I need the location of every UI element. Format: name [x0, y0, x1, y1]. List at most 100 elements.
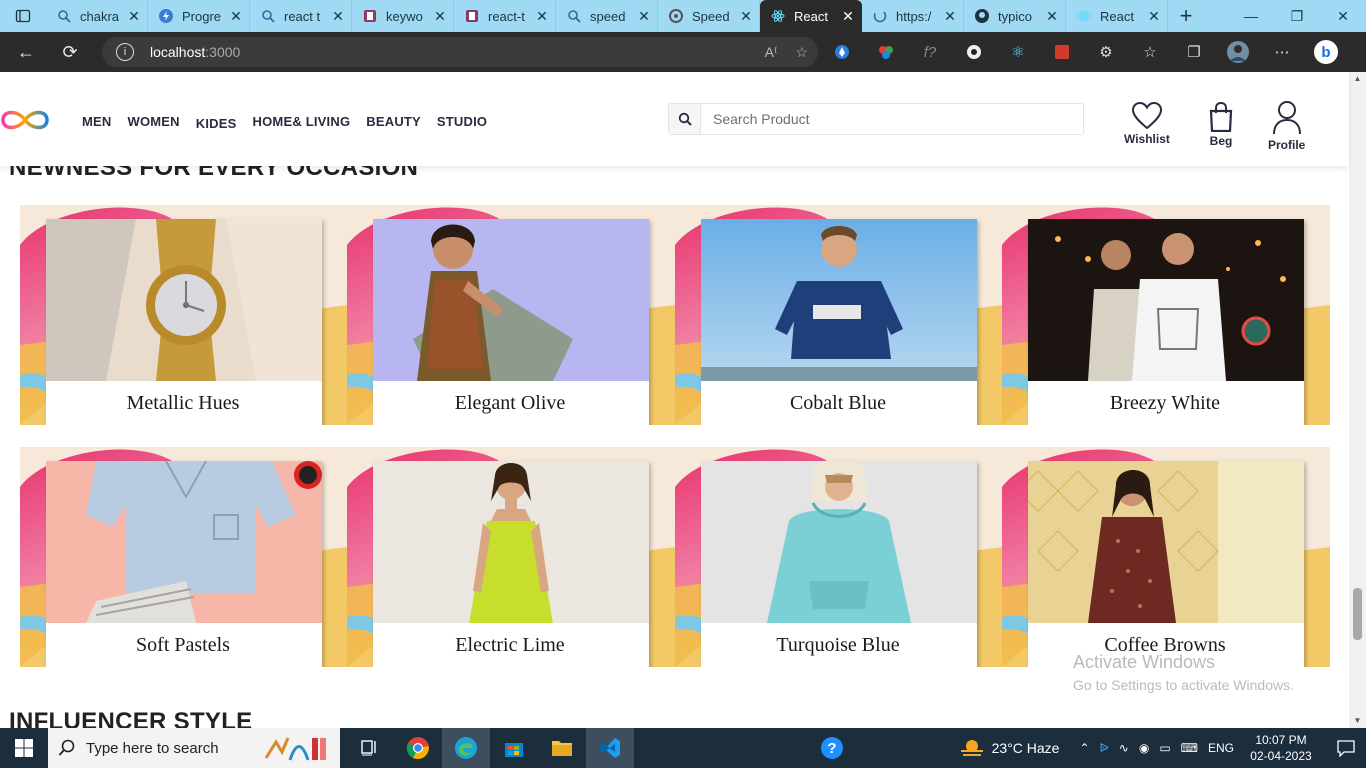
haze-icon	[960, 740, 983, 756]
close-tab-icon[interactable]: ✕	[1045, 8, 1059, 25]
more-menu-icon[interactable]: ⋯	[1260, 43, 1304, 61]
close-tab-icon[interactable]: ✕	[739, 8, 753, 25]
clock-time: 10:07 PM	[1255, 733, 1307, 747]
restore-icon[interactable]: ❐	[1274, 0, 1320, 32]
close-tab-icon[interactable]: ✕	[637, 8, 651, 25]
browser-tab[interactable]: speed ✕	[556, 0, 658, 32]
browser-tab[interactable]: chakra ✕	[46, 0, 148, 32]
mic-icon[interactable]: ◉	[1139, 741, 1149, 755]
browser-tab[interactable]: React ✕	[760, 0, 862, 32]
nav-kids[interactable]: KIDES	[196, 116, 237, 131]
browser-tab[interactable]: Progre ✕	[148, 0, 250, 32]
nav-men[interactable]: MEN	[82, 114, 112, 129]
close-tab-icon[interactable]: ✕	[841, 8, 855, 25]
minimize-icon[interactable]: —	[1228, 0, 1274, 32]
browser-tab[interactable]: react t ✕	[250, 0, 352, 32]
show-hidden-icons-icon[interactable]: ⌃	[1079, 741, 1089, 755]
search-highlight-icon	[264, 737, 326, 761]
favorite-add-icon[interactable]: ☆	[795, 44, 808, 61]
close-window-icon[interactable]: ✕	[1320, 0, 1366, 32]
category-card[interactable]: Metallic Hues	[20, 205, 348, 425]
browser-tab[interactable]: React ✕	[1066, 0, 1168, 32]
bing-icon[interactable]: b	[1304, 39, 1348, 65]
card-label: Turquoise Blue	[776, 633, 900, 656]
collections-icon[interactable]: ❐	[1172, 43, 1216, 61]
clock[interactable]: 10:07 PM 02-04-2023	[1246, 732, 1316, 764]
category-card[interactable]: Cobalt Blue	[675, 205, 1003, 425]
extension-drop-icon[interactable]	[820, 44, 864, 60]
avatar[interactable]	[1216, 41, 1260, 63]
chrome-icon[interactable]	[394, 728, 442, 768]
extension-eye-icon[interactable]	[952, 44, 996, 60]
category-card[interactable]: Soft Pastels	[20, 447, 348, 667]
category-card[interactable]: Coffee Browns	[1002, 447, 1330, 667]
windows-start-icon[interactable]	[0, 728, 48, 768]
browser-tab[interactable]: https:/ ✕	[862, 0, 964, 32]
url-field[interactable]: i localhost:3000 A⁽ ☆	[102, 37, 818, 67]
task-view-icon[interactable]	[346, 728, 394, 768]
back-button[interactable]: ←	[6, 32, 46, 72]
tab-title: chakra	[80, 8, 120, 24]
category-card[interactable]: Turquoise Blue	[675, 447, 1003, 667]
extension-color-icon[interactable]	[864, 44, 908, 60]
weather-widget[interactable]: 23°C Haze	[960, 738, 1059, 758]
clock-date: 02-04-2023	[1250, 749, 1312, 763]
category-card[interactable]: Elegant Olive	[347, 205, 675, 425]
search-icon[interactable]	[669, 104, 701, 134]
help-icon[interactable]: ?	[820, 736, 844, 765]
category-card[interactable]: Electric Lime	[347, 447, 675, 667]
browser-tab[interactable]: react-t ✕	[454, 0, 556, 32]
bluetooth-icon[interactable]: ᐉ	[1100, 741, 1109, 755]
product-image	[46, 461, 322, 623]
search-input[interactable]	[701, 104, 1083, 134]
page-scrollbar[interactable]: ▲ ▼	[1349, 72, 1366, 728]
file-explorer-icon[interactable]	[538, 728, 586, 768]
read-aloud-icon[interactable]: A⁽	[765, 44, 778, 61]
site-info-icon[interactable]: i	[116, 43, 134, 61]
close-tab-icon[interactable]: ✕	[331, 8, 345, 25]
refresh-button[interactable]: ⟳	[50, 32, 90, 72]
favorites-icon[interactable]: ☆	[1128, 43, 1172, 61]
edge-icon[interactable]	[442, 728, 490, 768]
bag-button[interactable]: Beg	[1209, 102, 1233, 148]
brand-logo-icon[interactable]	[0, 108, 50, 132]
new-tab-button[interactable]: +	[1168, 3, 1204, 29]
extension-red-icon[interactable]	[1040, 44, 1084, 60]
extensions-icon[interactable]: ⚙	[1084, 43, 1128, 61]
close-tab-icon[interactable]: ✕	[943, 8, 957, 25]
scroll-thumb[interactable]	[1353, 588, 1362, 640]
product-image	[701, 219, 977, 381]
nav-home-living[interactable]: HOME& LIVING	[253, 114, 351, 129]
language-indicator[interactable]: ENG	[1208, 741, 1234, 755]
category-card[interactable]: Breezy White	[1002, 205, 1330, 425]
nav-studio[interactable]: STUDIO	[437, 114, 487, 129]
close-tab-icon[interactable]: ✕	[433, 8, 447, 25]
scroll-up-icon[interactable]: ▲	[1349, 72, 1366, 86]
taskbar-search-placeholder: Type here to search	[86, 739, 219, 757]
wishlist-button[interactable]: Wishlist	[1124, 102, 1170, 146]
extension-react-icon[interactable]: ⚛	[996, 43, 1040, 61]
close-tab-icon[interactable]: ✕	[229, 8, 243, 25]
battery-icon[interactable]: ▭	[1159, 741, 1170, 755]
tab-title: React	[794, 8, 828, 24]
nav-beauty[interactable]: BEAUTY	[366, 114, 421, 129]
product-image	[373, 219, 649, 381]
nav-women[interactable]: WOMEN	[128, 114, 180, 129]
close-tab-icon[interactable]: ✕	[1147, 8, 1161, 25]
notification-icon[interactable]	[1326, 739, 1366, 757]
taskbar-search[interactable]: Type here to search	[48, 728, 340, 768]
profile-button[interactable]: Profile	[1268, 100, 1305, 152]
product-image	[1028, 219, 1304, 381]
browser-tab[interactable]: Speed ✕	[658, 0, 760, 32]
keyboard-icon[interactable]: ⌨	[1181, 741, 1198, 755]
browser-tab[interactable]: keywo ✕	[352, 0, 454, 32]
tab-actions-icon[interactable]	[0, 0, 46, 32]
close-tab-icon[interactable]: ✕	[127, 8, 141, 25]
network-icon[interactable]: ∿	[1119, 741, 1129, 755]
scroll-down-icon[interactable]: ▼	[1349, 714, 1366, 728]
close-tab-icon[interactable]: ✕	[535, 8, 549, 25]
store-icon[interactable]	[490, 728, 538, 768]
extension-font-icon[interactable]: f?	[908, 44, 952, 61]
vscode-icon[interactable]	[586, 728, 634, 768]
browser-tab[interactable]: typico ✕	[964, 0, 1066, 32]
